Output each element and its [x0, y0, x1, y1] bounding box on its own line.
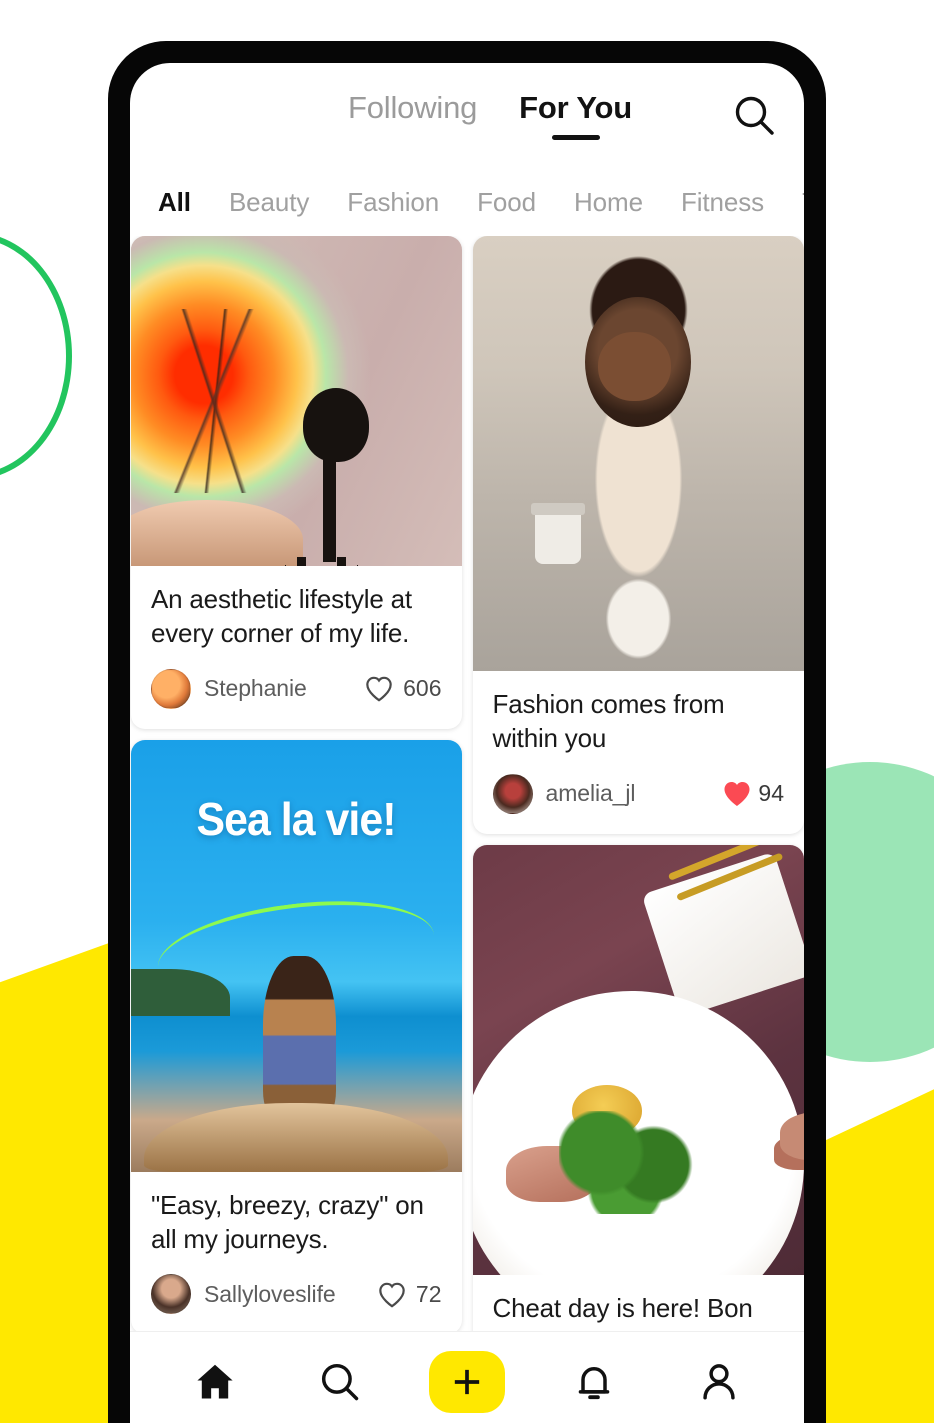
- green-ring-left: [0, 232, 72, 480]
- category-tab-row[interactable]: All Beauty Fashion Food Home Fitness Tra…: [130, 168, 804, 236]
- sunset-lamp-photo[interactable]: [131, 236, 462, 566]
- like-count: 606: [403, 675, 442, 702]
- feed-tab-for-you[interactable]: For You: [519, 90, 632, 142]
- card-meta: amelia_jl 94: [492, 773, 784, 814]
- napkin-decor: [641, 852, 804, 1018]
- card-body: Fashion comes from within you amelia_jl: [473, 671, 804, 834]
- like-count: 72: [415, 1280, 442, 1307]
- sea-la-vie-photo[interactable]: Sea la vie!: [131, 739, 462, 1172]
- feed-grid: An aesthetic lifestyle at every corner o…: [130, 236, 804, 1331]
- card-title: Fashion comes from within you: [492, 689, 725, 754]
- card-title: "Easy, breezy, crazy" on all my journeys…: [151, 1189, 424, 1254]
- coffee-cup-decor: [531, 503, 586, 565]
- card-meta: Stephanie 606: [151, 668, 442, 709]
- feed-card-fashion[interactable]: Fashion comes from within you amelia_jl: [472, 236, 804, 834]
- image-overlay-text: Sea la vie!: [196, 792, 397, 845]
- author-name: Stephanie: [204, 675, 307, 702]
- card-body: "Easy, breezy, crazy" on all my journeys…: [131, 1172, 462, 1331]
- feed-tab-following[interactable]: Following: [348, 90, 477, 142]
- card-title: An aesthetic lifestyle at every corner o…: [151, 584, 412, 649]
- feed-column-left: An aesthetic lifestyle at every corner o…: [130, 236, 462, 1331]
- category-tab-beauty[interactable]: Beauty: [229, 187, 309, 218]
- plus-icon: [454, 1369, 480, 1394]
- like-button[interactable]: 94: [721, 779, 784, 808]
- bottom-navigation-bar: [130, 1331, 804, 1423]
- bell-icon: [578, 1366, 609, 1399]
- feed-card-lifestyle[interactable]: An aesthetic lifestyle at every corner o…: [131, 236, 462, 729]
- feed-tab-group: Following For You: [302, 90, 632, 142]
- phone-frame: Following For You All Beauty Fashion Foo…: [108, 41, 826, 1423]
- card-author[interactable]: amelia_jl: [492, 773, 636, 814]
- category-tab-fashion[interactable]: Fashion: [347, 187, 439, 218]
- like-button[interactable]: 606: [364, 675, 442, 702]
- nav-home-button[interactable]: [178, 1345, 252, 1419]
- create-post-button[interactable]: [428, 1350, 505, 1413]
- category-tab-travel[interactable]: Trav: [802, 187, 804, 218]
- home-icon: [197, 1364, 233, 1398]
- nav-search-button[interactable]: [303, 1345, 377, 1419]
- boat-decor: [144, 1102, 449, 1172]
- branch-decor: [144, 308, 290, 494]
- plated-food-photo[interactable]: [472, 844, 804, 1275]
- phone-screen: Following For You All Beauty Fashion Foo…: [130, 63, 804, 1423]
- heart-outline-icon: [366, 676, 392, 702]
- top-bar: Following For You: [130, 63, 804, 168]
- author-name: amelia_jl: [545, 780, 636, 807]
- category-tab-all[interactable]: All: [158, 187, 191, 218]
- author-name: Sallyloveslife: [204, 1280, 336, 1307]
- card-body: An aesthetic lifestyle at every corner o…: [131, 566, 462, 729]
- category-tab-fitness[interactable]: Fitness: [681, 187, 764, 218]
- like-button[interactable]: 72: [377, 1281, 442, 1308]
- greens-decor: [558, 1111, 698, 1215]
- person-icon: [703, 1363, 735, 1400]
- like-count: 94: [758, 780, 784, 807]
- table-decor: [131, 500, 303, 566]
- search-icon[interactable]: [730, 91, 778, 139]
- feed-column-right: Fashion comes from within you amelia_jl: [472, 236, 804, 1331]
- feed-card-food[interactable]: Cheat day is here! Bon: [472, 844, 804, 1331]
- card-title: Cheat day is here! Bon: [492, 1292, 753, 1323]
- category-tab-food[interactable]: Food: [477, 187, 536, 218]
- heart-outline-icon: [379, 1282, 405, 1308]
- card-body: Cheat day is here! Bon: [473, 1275, 804, 1331]
- avatar[interactable]: [492, 773, 533, 814]
- nav-notifications-button[interactable]: [557, 1345, 631, 1419]
- card-author[interactable]: Stephanie: [151, 668, 307, 709]
- person-decor: [263, 955, 336, 1120]
- nav-profile-button[interactable]: [682, 1345, 756, 1419]
- feed-card-travel[interactable]: Sea la vie! "Easy, breezy, crazy" on all…: [131, 739, 462, 1331]
- avatar[interactable]: [151, 1274, 191, 1315]
- card-meta: Sallyloveslife 72: [151, 1274, 442, 1315]
- card-author[interactable]: Sallyloveslife: [151, 1274, 336, 1315]
- avatar[interactable]: [151, 668, 191, 709]
- heart-filled-icon: [724, 782, 750, 807]
- fashion-portrait-photo[interactable]: [472, 236, 804, 671]
- search-icon: [322, 1363, 359, 1400]
- category-tab-home[interactable]: Home: [574, 187, 643, 218]
